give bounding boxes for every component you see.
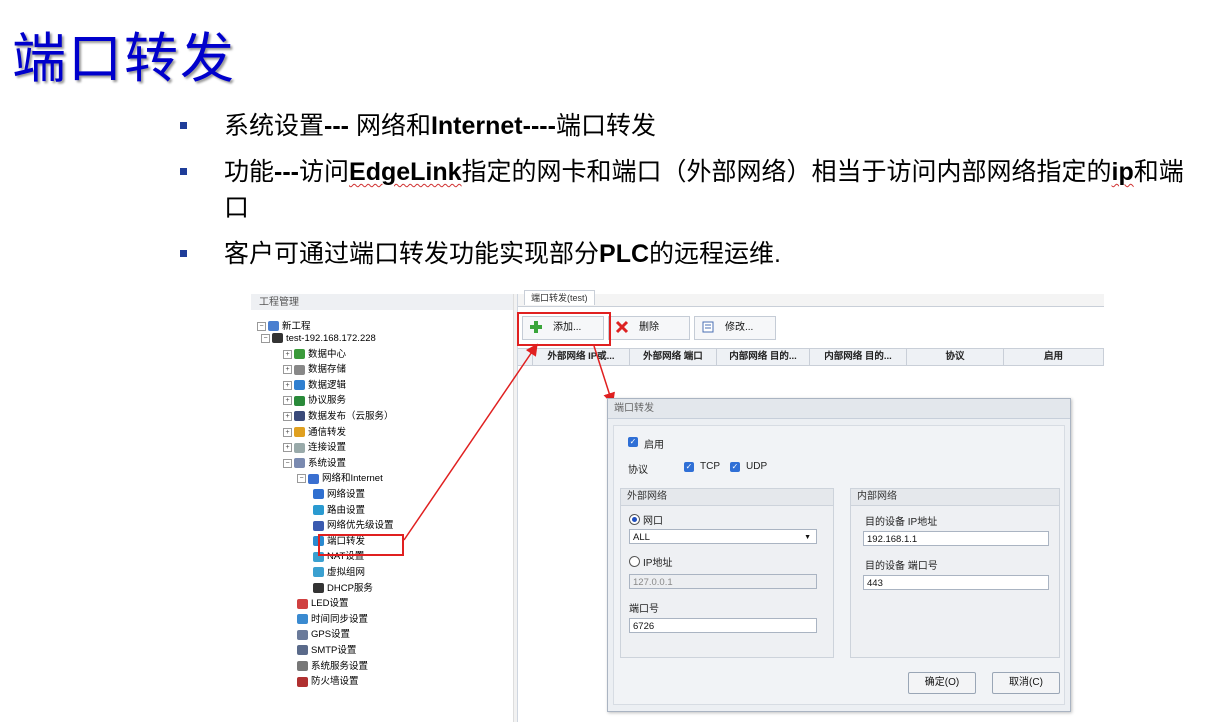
external-network-group: 外部网络 网口 ALL ▼ IP地址 127.0.0.1 端口号 6726 [620,488,834,658]
cancel-button[interactable]: 取消(C) [992,672,1060,694]
external-network-header: 外部网络 [621,489,833,506]
enable-label: 启用 [644,440,664,451]
arrow-to-add-button [403,343,538,541]
dest-port-label: 目的设备 端口号 [865,561,938,572]
ext-port-field[interactable]: 6726 [629,618,817,633]
dialog-body: ✓ 启用 协议 ✓ TCP ✓ UDP 外部网络 网口 ALL ▼ IP地址 1… [613,425,1065,705]
chevron-down-icon: ▼ [804,534,811,541]
iface-select-value: ALL [633,532,650,543]
udp-checkbox[interactable]: ✓ [730,462,740,472]
dest-ip-label: 目的设备 IP地址 [865,517,938,528]
internal-network-header: 内部网络 [851,489,1059,506]
dest-ip-field[interactable]: 192.168.1.1 [863,531,1049,546]
tcp-label: TCP [700,461,720,472]
ext-port-label: 端口号 [629,604,659,615]
ip-radio[interactable] [629,556,640,567]
iface-select[interactable]: ALL ▼ [629,529,817,544]
iface-label: 网口 [643,516,663,527]
dest-port-field[interactable]: 443 [863,575,1049,590]
internal-network-group: 内部网络 目的设备 IP地址 192.168.1.1 目的设备 端口号 443 [850,488,1060,658]
ok-button[interactable]: 确定(O) [908,672,976,694]
dialog-title: 端口转发 [608,399,1070,419]
port-forward-dialog: 端口转发 ✓ 启用 协议 ✓ TCP ✓ UDP 外部网络 网口 ALL ▼ I… [607,398,1071,712]
ip-label: IP地址 [643,558,673,569]
enable-checkbox[interactable]: ✓ [628,437,638,447]
arrow-to-dialog [593,345,615,405]
iface-radio[interactable] [629,514,640,525]
protocol-label: 协议 [628,465,648,476]
tcp-checkbox[interactable]: ✓ [684,462,694,472]
ip-field[interactable]: 127.0.0.1 [629,574,817,589]
udp-label: UDP [746,461,768,472]
